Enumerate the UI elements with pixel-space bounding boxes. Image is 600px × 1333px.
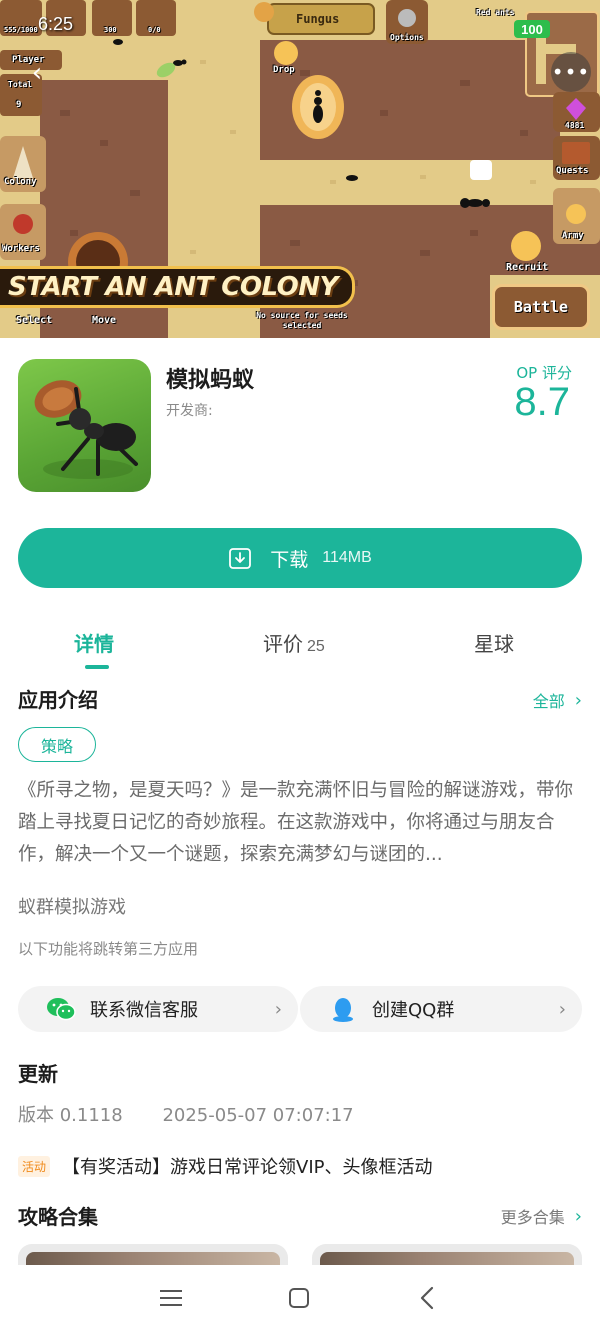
quests-label[interactable]: Quests <box>556 166 589 176</box>
more-collections-label: 更多合集 <box>500 1208 565 1227</box>
game-screenshot[interactable]: 6:25 100 555/1000 300 0/0 Player Total 9… <box>0 0 600 338</box>
see-all-link[interactable]: 全部 › <box>533 688 582 712</box>
app-subtitle: 蚁群模拟游戏 <box>18 897 126 918</box>
qq-group-button[interactable]: 创建QQ群 › <box>300 986 582 1032</box>
qq-group-label: 创建QQ群 <box>372 1000 455 1021</box>
intro-title: 应用介绍 <box>18 688 98 712</box>
guides-title: 攻略合集 <box>18 1205 98 1229</box>
download-button[interactable]: 下载 114MB <box>18 528 582 588</box>
battle-button[interactable]: Battle <box>492 284 590 330</box>
tab-planet-label: 星球 <box>474 632 514 656</box>
back-nav-button[interactable] <box>412 1283 442 1313</box>
chevron-left-icon: ‹ <box>31 58 43 88</box>
wechat-service-button[interactable]: 联系微信客服 › <box>18 986 298 1032</box>
ant-illustration <box>34 380 138 479</box>
chevron-right-icon: › <box>574 689 582 711</box>
wechat-service-label: 联系微信客服 <box>90 1000 198 1021</box>
tab-details-label: 详情 <box>74 632 114 656</box>
tab-details[interactable]: 详情 <box>74 628 114 657</box>
recruit-label[interactable]: Recruit <box>506 262 548 273</box>
resource-count-ants: 0/0 <box>148 26 161 34</box>
system-nav-bar <box>0 1265 600 1333</box>
tab-reviews[interactable]: 评价 25 <box>263 628 325 657</box>
chevron-right-icon: › <box>558 998 566 1020</box>
tab-reviews-label: 评价 <box>263 632 303 656</box>
resource-count-leaves: 300 <box>104 26 117 34</box>
download-size: 114MB <box>322 549 372 566</box>
app-icon <box>18 359 151 492</box>
no-source-text: No source for seeds selected <box>256 311 348 330</box>
battery-indicator: 100 <box>514 20 550 38</box>
app-name: 模拟蚂蚁 <box>166 368 255 393</box>
menu-icon <box>160 1290 182 1306</box>
game-banner-text: START AN ANT COLONY <box>8 272 338 302</box>
workers-label[interactable]: Workers <box>2 244 40 254</box>
third-party-hint: 以下功能将跳转第三方应用 <box>18 940 199 958</box>
app-description: 《所寻之物，是夏天吗？》是一款充满怀旧与冒险的解谜游戏，带你踏上寻找夏日记忆的奇… <box>18 780 574 865</box>
gems-value: 4881 <box>565 121 585 130</box>
update-title: 更新 <box>18 1062 58 1086</box>
home-button[interactable] <box>284 1283 314 1313</box>
chevron-right-icon: › <box>274 998 282 1020</box>
chevron-right-icon: › <box>574 1205 582 1227</box>
update-date: 2025-05-07 07:07:17 <box>162 1105 354 1126</box>
army-label[interactable]: Army <box>562 231 584 241</box>
developer-label: 开发商: <box>166 403 213 419</box>
download-icon <box>229 548 252 569</box>
total-value: 9 <box>16 100 22 110</box>
activity-row[interactable]: 活动 【有奖活动】游戏日常评论领VIP、头像框活动 <box>18 1153 433 1179</box>
see-all-label: 全部 <box>532 692 565 711</box>
download-label: 下载 <box>270 548 309 571</box>
activity-text: 【有奖活动】游戏日常评论领VIP、头像框活动 <box>62 1157 433 1178</box>
resource-count-seeds: 555/1000 <box>4 26 38 34</box>
fungus-label[interactable]: Fungus <box>296 12 339 26</box>
tab-planet[interactable]: 星球 <box>474 628 514 657</box>
genre-tag[interactable]: 策略 <box>18 727 97 762</box>
game-banner: START AN ANT COLONY <box>0 266 355 308</box>
status-time: 6:25 <box>38 14 74 34</box>
options-label[interactable]: Options <box>390 33 424 42</box>
red-ants-label: Red ants <box>476 8 515 17</box>
tab-reviews-count: 25 <box>307 638 325 655</box>
battle-label: Battle <box>513 298 569 316</box>
qq-icon <box>333 998 353 1022</box>
more-button[interactable]: ••• <box>551 52 591 92</box>
version-number: 版本 0.1118 <box>18 1105 123 1126</box>
score-value: 8.7 <box>514 380 570 424</box>
more-icon: ••• <box>551 60 591 84</box>
back-icon <box>420 1286 434 1310</box>
more-collections-link[interactable]: 更多合集 › <box>501 1204 582 1228</box>
activity-badge: 活动 <box>18 1155 51 1177</box>
move-label[interactable]: Move <box>92 315 116 326</box>
version-info: 版本 0.1118 2025-05-07 07:07:17 <box>18 1101 388 1127</box>
drop-label[interactable]: Drop <box>273 65 295 75</box>
back-button[interactable]: ‹ <box>20 56 54 90</box>
menu-button[interactable] <box>156 1283 186 1313</box>
select-label[interactable]: Select <box>16 315 52 326</box>
colony-label[interactable]: Colony <box>4 177 37 187</box>
tab-bar: 详情 评价 25 星球 <box>0 620 600 670</box>
wechat-icon <box>47 998 76 1021</box>
home-icon <box>289 1288 309 1308</box>
genre-tag-label: 策略 <box>41 736 74 756</box>
tab-indicator <box>85 665 109 669</box>
